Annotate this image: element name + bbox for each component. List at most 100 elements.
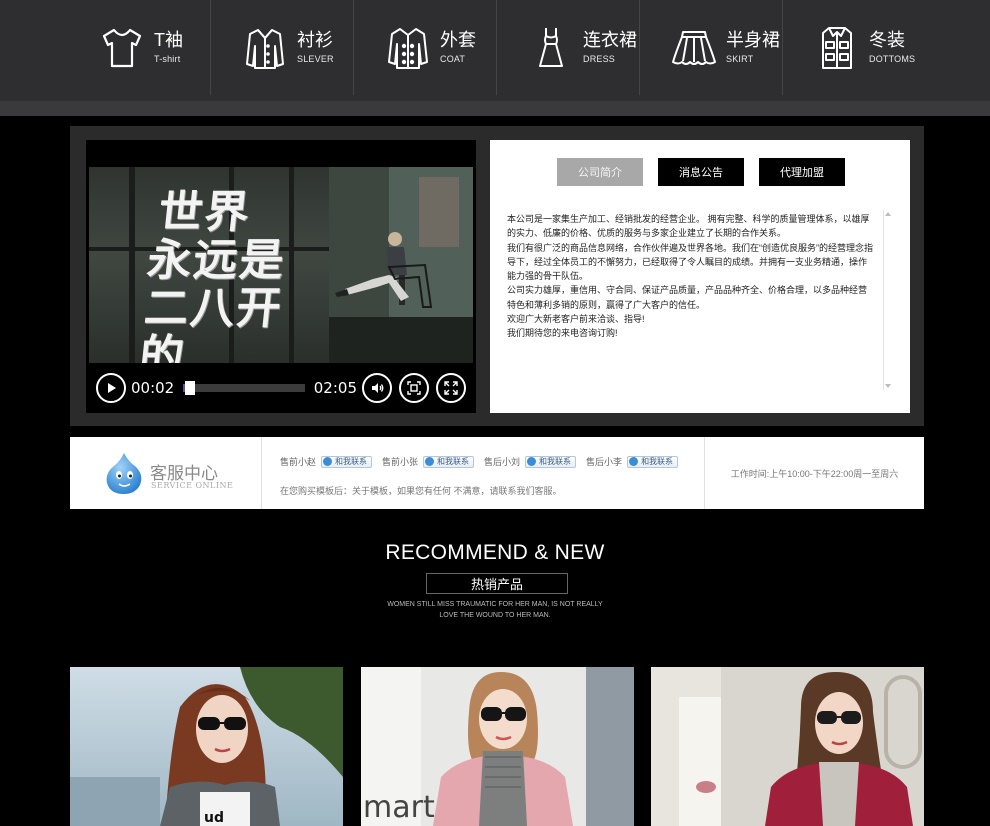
service-hours: 工作时间:上午10:00-下午22:00周一至周六 xyxy=(704,437,924,509)
recommend-desc-line: LOVE THE WOUND TO HER MAN. xyxy=(439,612,551,619)
video-controls: 00:02 02:05 xyxy=(89,365,473,410)
skirt-icon xyxy=(672,30,716,65)
service-note: 在您购买模板后：关于模板，如果您有任何 不满意，请联系我们客服。 xyxy=(280,486,562,496)
agent-name: 售前小张 xyxy=(382,457,419,467)
nav-label-en: T-shirt xyxy=(154,53,181,64)
tab-company-intro[interactable]: 公司简介 xyxy=(557,158,643,186)
fit-screen-button[interactable] xyxy=(399,372,429,403)
contact-me-button[interactable]: 和我联系 xyxy=(423,455,475,468)
intro-paragraph: 欢迎广大新老客户前来洽谈、指导! xyxy=(507,314,645,325)
current-time: 00:02 xyxy=(131,378,175,397)
video-player[interactable]: 世界 永远是 二八开的 00:02 02:05 xyxy=(86,140,476,413)
nav-item-coat[interactable]: 外套 COAT xyxy=(354,0,497,95)
tshirt-icon xyxy=(102,28,142,67)
category-nav-items: T袖 T-shirt 衬衫 SLEVER 外套 COAT 连衣裙 DRESS 半… xyxy=(68,0,926,95)
overlay-line-2: 永远是 xyxy=(144,235,289,286)
contact-me-label: 和我联系 xyxy=(437,457,470,466)
service-subtitle: SERVICE ONLINE xyxy=(151,481,234,490)
info-tabs: 公司简介 消息公告 代理加盟 xyxy=(557,158,860,186)
fullscreen-icon xyxy=(444,380,458,395)
seek-bar[interactable] xyxy=(183,380,305,395)
agent-name: 售后小李 xyxy=(586,457,623,467)
chat-icon xyxy=(629,457,639,466)
nav-label-en: SLEVER xyxy=(297,53,334,64)
service-mascot-icon xyxy=(106,453,142,494)
scroll-down-arrow-icon[interactable] xyxy=(885,384,891,388)
nav-label-cn: 连衣裙 xyxy=(583,29,637,50)
winter-coat-icon xyxy=(822,26,852,69)
nav-item-tshirt[interactable]: T袖 T-shirt xyxy=(68,0,211,95)
agent-item: 售后小李 和我联系 xyxy=(586,455,679,468)
intro-paragraph: 本公司是一家集生产加工、经销批发的经营企业。 拥有完整、科学的质量管理体系，以雄… xyxy=(507,214,870,239)
nav-label-en: DRESS xyxy=(583,53,616,64)
chat-icon xyxy=(527,457,537,466)
total-time: 02:05 xyxy=(313,378,357,397)
product-image xyxy=(651,667,924,826)
coat-icon xyxy=(388,27,428,69)
product-card[interactable] xyxy=(651,667,924,826)
company-info-panel: 公司简介 消息公告 代理加盟 本公司是一家集生产加工、经销批发的经营企业。 拥有… xyxy=(490,140,910,413)
contact-me-label: 和我联系 xyxy=(539,457,572,466)
nav-label-cn: 衬衫 xyxy=(297,29,333,50)
play-icon xyxy=(108,382,116,393)
service-agent-list: 售前小赵 和我联系 售前小张 和我联系 售后小刘 和我联系 售后小李 和我联系 xyxy=(280,455,688,468)
product-image: ud xyxy=(70,667,343,826)
volume-icon xyxy=(372,382,384,393)
nav-label-en: SKIRT xyxy=(726,53,754,64)
contact-me-label: 和我联系 xyxy=(641,457,674,466)
nav-item-shirt[interactable]: 衬衫 SLEVER xyxy=(211,0,354,95)
agent-item: 售后小刘 和我联系 xyxy=(484,455,577,468)
fit-screen-icon xyxy=(407,380,421,395)
info-scrollbar[interactable] xyxy=(883,210,891,390)
agent-item: 售前小赵 和我联系 xyxy=(280,455,373,468)
feature-panel: 世界 永远是 二八开的 00:02 02:05 公司简介 消息公告 代理加盟 本… xyxy=(70,126,924,426)
contact-me-button[interactable]: 和我联系 xyxy=(627,455,679,468)
contact-me-button[interactable]: 和我联系 xyxy=(321,455,373,468)
nav-shadow-strip xyxy=(0,101,990,116)
nav-label-cn: 外套 xyxy=(440,29,476,50)
dress-icon xyxy=(539,27,563,67)
chat-icon xyxy=(425,457,435,466)
service-logo: 客服中心 SERVICE ONLINE xyxy=(70,437,262,509)
video-frame[interactable]: 世界 永远是 二八开的 xyxy=(89,167,473,363)
nav-label-en: DOTTOMS xyxy=(869,53,916,64)
intro-paragraph: 公司实力雄厚，重信用、守合同、保证产品质量，产品品种齐全、价格合理，以多品种经营… xyxy=(507,285,868,310)
scroll-up-arrow-icon[interactable] xyxy=(885,212,891,216)
volume-button[interactable] xyxy=(362,372,392,403)
product-card[interactable]: mart Ar xyxy=(361,667,634,826)
category-nav: T袖 T-shirt 衬衫 SLEVER 外套 COAT 连衣裙 DRESS 半… xyxy=(0,0,990,101)
svg-text:ud: ud xyxy=(204,810,224,826)
nav-item-skirt[interactable]: 半身裙 SKIRT xyxy=(640,0,783,95)
fullscreen-button[interactable] xyxy=(436,372,466,403)
contact-me-button[interactable]: 和我联系 xyxy=(525,455,577,468)
nav-label-cn: 半身裙 xyxy=(726,29,780,50)
company-intro-text: 本公司是一家集生产加工、经销批发的经营企业。 拥有完整、科学的质量管理体系，以雄… xyxy=(507,212,875,390)
play-button[interactable] xyxy=(96,372,126,403)
nav-label-cn: T袖 xyxy=(154,29,183,50)
nav-label-cn: 冬装 xyxy=(869,29,905,50)
product-card[interactable]: ud xyxy=(70,667,343,826)
recommend-description: WOMEN STILL MISS TRAUMATIC FOR HER MAN, … xyxy=(0,599,990,621)
overlay-line-3: 二八开的 xyxy=(136,283,286,363)
nav-item-winter[interactable]: 冬装 DOTTOMS xyxy=(783,0,926,95)
agent-name: 售前小赵 xyxy=(280,457,317,467)
nav-label-en: COAT xyxy=(440,53,466,64)
customer-service-bar: 客服中心 SERVICE ONLINE 售前小赵 和我联系 售前小张 和我联系 … xyxy=(70,437,924,509)
nav-item-dress[interactable]: 连衣裙 DRESS xyxy=(497,0,640,95)
intro-paragraph: 我们有很广泛的商品信息网络，合作伙伴遍及世界各地。我们在“创造优良服务”的经营理… xyxy=(507,242,873,282)
seek-handle[interactable] xyxy=(185,380,196,395)
intro-paragraph: 我们期待您的来电咨询订购! xyxy=(507,328,618,339)
contact-me-label: 和我联系 xyxy=(335,457,368,466)
product-grid: ud mart Ar xyxy=(70,667,924,826)
agent-name: 售后小刘 xyxy=(484,457,521,467)
recommend-desc-line: WOMEN STILL MISS TRAUMATIC FOR HER MAN, … xyxy=(387,601,603,608)
video-overlay-text: 世界 永远是 二八开的 xyxy=(137,187,331,363)
recommend-title: RECOMMEND & NEW xyxy=(385,541,605,564)
shirt-icon xyxy=(246,28,284,69)
product-image: mart Ar xyxy=(361,667,634,826)
tab-announcements[interactable]: 消息公告 xyxy=(658,158,744,186)
video-scene-figure xyxy=(329,167,473,363)
tab-agency-join[interactable]: 代理加盟 xyxy=(759,158,845,186)
overlay-line-1: 世界 xyxy=(155,187,254,238)
agent-item: 售前小张 和我联系 xyxy=(382,455,475,468)
